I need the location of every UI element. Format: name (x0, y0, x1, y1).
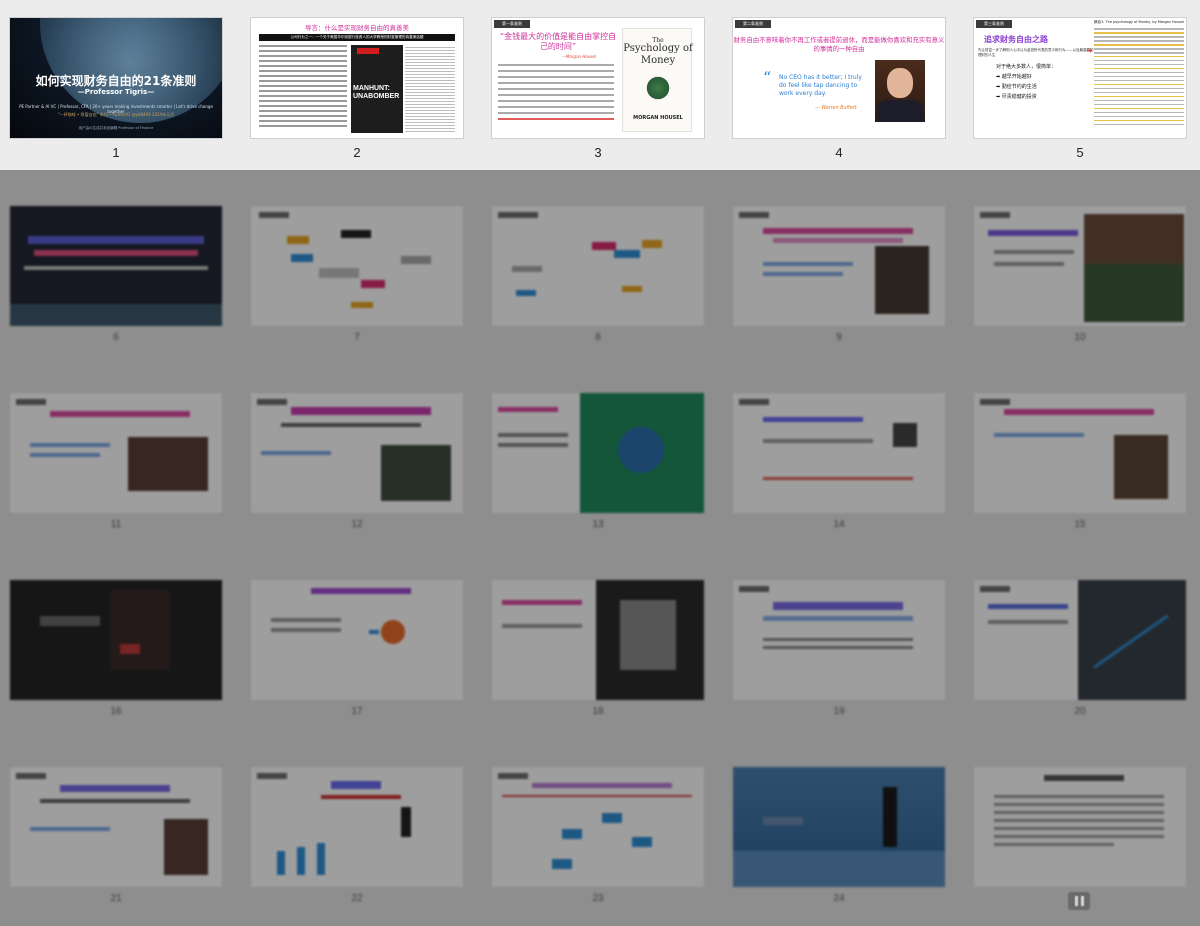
book-title-line3: Money (640, 55, 676, 66)
slide-thumbnail-25[interactable] (974, 767, 1186, 887)
slide-5-subtitle: 先让财富一步了解别人心中认为金钱所代表的意义和行为——以及最重要的理财的人生 (978, 48, 1094, 57)
slide-2-bar: 公司行为之一：一个关于美国华尔街银行投资人的大学教授的财富管理的真善美话题 (259, 34, 455, 41)
slide-thumbnail-22[interactable] (251, 767, 463, 887)
slide-number-17: 17 (351, 706, 363, 717)
slide-5-list-item: ➡ 尽责稳健的投资 (996, 94, 1037, 100)
slide-3-body-text (498, 64, 614, 124)
slide-number-23: 23 (592, 893, 604, 904)
slide-number-10: 10 (1074, 332, 1086, 343)
slide-5-title: 追求财务自由之路 (984, 35, 1048, 44)
slide-number-8: 8 (595, 332, 601, 343)
slide-thumbnail-13[interactable] (492, 393, 704, 513)
slide-thumbnail-15[interactable] (974, 393, 1186, 513)
slide-thumbnail-20[interactable] (974, 580, 1186, 700)
slide-5-excerpt: 摘自1: The psychology of Money, by Morgan … (1094, 20, 1184, 136)
slide-thumbnail-23[interactable] (492, 767, 704, 887)
slide-number-14: 14 (833, 519, 845, 530)
slide-number-18: 18 (592, 706, 604, 717)
slide-thumbnail-12[interactable] (251, 393, 463, 513)
slide-number-24: 24 (833, 893, 845, 904)
slide-thumbnail-2[interactable]: 导言：什么是实现财务自由的真善美 公司行为之一：一个关于美国华尔街银行投资人的大… (251, 18, 463, 138)
quote-mark-icon: “ (763, 68, 772, 87)
slide-5-excerpt-header: 摘自1: The psychology of Money, by Morgan … (1094, 20, 1184, 24)
slide-thumbnail-18[interactable] (492, 580, 704, 700)
slide-thumbnail-24[interactable] (733, 767, 945, 887)
book-author: MORGAN HOUSEL (633, 115, 683, 121)
slide-1-subtitle: —Professor Tigris— (77, 88, 155, 96)
book-title-line2: Psychology of (623, 43, 693, 54)
slide-thumbnail-14[interactable] (733, 393, 945, 513)
slide-thumbnail-17[interactable] (251, 580, 463, 700)
plant-illustration (645, 75, 671, 101)
slide-thumbnail-21[interactable] (10, 767, 222, 887)
slide-number-21: 21 (110, 893, 122, 904)
newspaper-image (405, 45, 455, 133)
slide-2-body-text (259, 45, 347, 131)
slide-thumbnail-11[interactable] (10, 393, 222, 513)
slide-4-quote-by: — Warren Buffett (815, 106, 857, 111)
slide-thumbnail-1[interactable]: 如何实现财务自由的21条准则 —Professor Tigris— PE Par… (10, 18, 222, 138)
pause-icon[interactable] (1068, 892, 1090, 910)
slide-4-tag: 第二条准则 (735, 20, 771, 28)
slide-thumbnail-8[interactable] (492, 206, 704, 326)
slide-1-line2: "一杯咖啡 • 财富自由" 系列 • TwitterID @yd8409 202… (57, 112, 175, 117)
slide-thumbnail-4[interactable]: 第二条准则 财务自由不意味着你不再工作或者提前退休，而是能做你喜欢和充实有意义的… (733, 18, 945, 138)
slide-number-3: 3 (594, 145, 602, 160)
slide-3-quote: “金钱最大的价值是能自由掌控自己的时间” (499, 32, 617, 51)
slide-number-15: 15 (1074, 519, 1086, 530)
slide-5-list-item: ➡ 越早开始越好 (996, 74, 1032, 80)
slide-number-22: 22 (351, 893, 363, 904)
slide-thumbnail-6[interactable] (10, 206, 222, 326)
slide-number-19: 19 (833, 706, 845, 717)
slide-thumbnail-9[interactable] (733, 206, 945, 326)
slide-1-title: 如何实现财务自由的21条准则 (35, 74, 197, 88)
slide-number-11: 11 (110, 519, 122, 530)
slide-5-list-intro: 对于绝大多数人，很简单： (996, 64, 1057, 70)
slide-number-20: 20 (1074, 706, 1086, 717)
slide-thumbnail-19[interactable] (733, 580, 945, 700)
slide-5-list: 对于绝大多数人，很简单： ➡ 越早开始越好 ➡ 勤俭节约的生活 ➡ 尽责稳健的投… (996, 62, 1096, 102)
slide-2-cover-title: MANHUNT: UNABOMBER (353, 85, 400, 100)
psychology-of-money-book-cover: The Psychology of Money MORGAN HOUSEL (622, 28, 693, 132)
slide-number-6: 6 (113, 332, 119, 343)
slide-thumbnail-5[interactable]: 第三条准则 追求财务自由之路 先让财富一步了解别人心中认为金钱所代表的意义和行为… (974, 18, 1186, 138)
slide-thumbnail-10[interactable] (974, 206, 1186, 326)
slide-number-16: 16 (110, 706, 122, 717)
slide-1-line3: 用户由AI生成并未经编辑 Professor of Finance (78, 126, 154, 130)
slide-number-7: 7 (354, 332, 360, 343)
slide-number-9: 9 (836, 332, 842, 343)
arrow-right-icon: ➜ (1086, 46, 1093, 55)
slide-2-title: 导言：什么是实现财务自由的真善美 (305, 24, 409, 32)
slide-thumbnail-7[interactable] (251, 206, 463, 326)
netflix-logo (357, 48, 379, 54)
slide-thumbnail-16[interactable] (10, 580, 222, 700)
slide-number-13: 13 (592, 519, 604, 530)
slide-3-tag: 第一条准则 (494, 20, 530, 28)
slide-3-quote-by: —Morgan Housel (562, 54, 596, 59)
slide-number-4: 4 (835, 145, 843, 160)
slide-number-1: 1 (112, 145, 120, 160)
slide-4-headline: 财务自由不意味着你不再工作或者提前退休，而是能做你喜欢和充实有意义的事情的一种自… (733, 36, 945, 53)
slide-5-list-item: ➡ 勤俭节约的生活 (996, 84, 1037, 90)
slide-5-tag: 第三条准则 (976, 20, 1012, 28)
slide-number-5: 5 (1076, 145, 1084, 160)
slide-number-2: 2 (353, 145, 361, 160)
manhunt-cover-image: MANHUNT: UNABOMBER (351, 45, 403, 133)
slide-number-12: 12 (351, 519, 363, 530)
buffett-portrait (875, 60, 925, 122)
slide-thumbnail-3[interactable]: 第一条准则 “金钱最大的价值是能自由掌控自己的时间” —Morgan House… (492, 18, 704, 138)
slide-4-quote: No CEO has it better; I truly do feel li… (779, 74, 862, 97)
